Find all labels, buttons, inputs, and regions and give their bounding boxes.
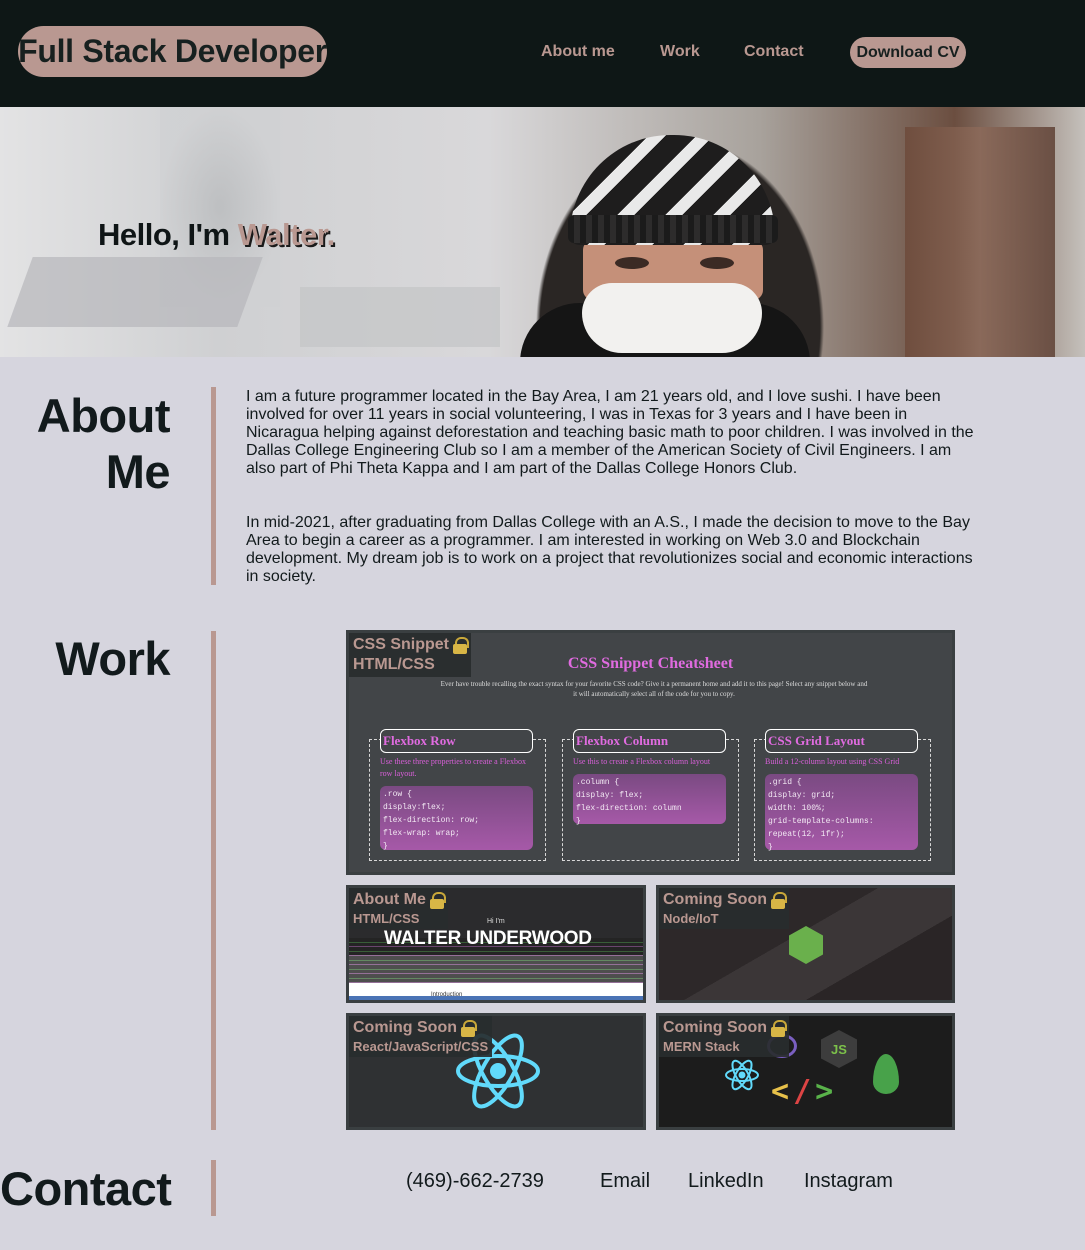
project-label: CSS Snippet HTML/CSS (349, 633, 472, 677)
snippet-desc: Build a 12-column layout using CSS Grid (765, 757, 900, 766)
about-text: I am a future programmer located in the … (246, 388, 976, 622)
about-title-line: Me (105, 445, 171, 498)
lock-icon (429, 891, 446, 909)
contact-title: Contact (0, 1162, 172, 1215)
project-title: Coming Soon (663, 891, 767, 908)
hero-beanie-band (568, 215, 778, 243)
contact-divider (211, 1160, 216, 1216)
project-title: Coming Soon (353, 1019, 457, 1036)
about-title: About Me (36, 388, 171, 500)
about-paragraph: In mid-2021, after graduating from Dalla… (246, 514, 973, 585)
hero-greeting-text: Hello, I'm (98, 217, 238, 252)
preview-description: Ever have trouble recalling the exact sy… (440, 680, 868, 698)
snippet-desc: Use this to create a Flexbox column layo… (573, 757, 711, 766)
contact-phone-link[interactable]: (469)-662-2739 (406, 1170, 544, 1193)
lock-icon (770, 1019, 787, 1037)
project-title-row: Coming Soon (663, 1019, 787, 1037)
hero-eye (615, 257, 649, 269)
lock-icon (770, 891, 787, 909)
project-label: About Me HTML/CSS (349, 888, 448, 929)
brand-logo[interactable]: Full Stack Developer (18, 26, 327, 77)
hero-roof-decoration (7, 257, 263, 327)
about-divider (211, 387, 216, 585)
preview-hi: Hi I'm (487, 918, 505, 925)
lock-icon (460, 1019, 477, 1037)
project-title-row: Coming Soon (663, 891, 787, 909)
project-title-row: About Me (353, 891, 446, 909)
react-icon (725, 1059, 759, 1091)
work-divider (211, 631, 216, 1130)
code-brackets-icon: </> (771, 1074, 837, 1109)
snippet-box: Flexbox Column Use this to create a Flex… (562, 729, 739, 861)
project-title: About Me (353, 891, 426, 908)
project-stack: HTML/CSS (353, 911, 420, 926)
bracket-slash: / (793, 1074, 816, 1109)
snippet-code: .row { display:flex; flex-direction: row… (380, 786, 533, 851)
lock-icon (453, 636, 470, 654)
project-title-row: Coming Soon (353, 1019, 488, 1037)
hero-eye (700, 257, 734, 269)
snippet-desc: Use these three properties to create a F… (380, 757, 526, 778)
bracket-open: < (771, 1074, 794, 1109)
project-label: Coming Soon React/JavaScript/CSS (349, 1016, 493, 1057)
hero-greeting: Hello, I'm Walter. (98, 217, 335, 253)
preview-name: WALTER UNDERWOOD (384, 928, 592, 949)
project-stack: Node/IoT (663, 911, 719, 926)
nav-link-work[interactable]: Work (660, 43, 700, 61)
snippet-name: CSS Grid Layout (765, 729, 918, 753)
nodejs-icon: JS (821, 1030, 857, 1068)
contact-instagram-link[interactable]: Instagram (804, 1170, 893, 1193)
nav-link-contact[interactable]: Contact (744, 43, 804, 61)
snippet-name: Flexbox Column (573, 729, 726, 753)
project-label: Coming Soon Node/IoT (659, 888, 789, 929)
preview-bar (349, 996, 643, 1000)
mongodb-leaf-icon (873, 1054, 899, 1094)
project-label: Coming Soon MERN Stack (659, 1016, 789, 1057)
about-paragraph: I am a future programmer located in the … (246, 388, 974, 477)
contact-email-link[interactable]: Email (600, 1170, 650, 1193)
download-cv-button[interactable]: Download CV (850, 37, 966, 68)
hero-wall-decoration (905, 127, 1055, 357)
contact-linkedin-link[interactable]: LinkedIn (688, 1170, 764, 1193)
project-card-about-me[interactable]: Hi I'm WALTER UNDERWOOD Introduction Abo… (346, 885, 646, 1003)
nodejs-icon (789, 926, 823, 964)
project-title: CSS Snippet (353, 636, 450, 653)
project-stack: HTML/CSS (353, 656, 435, 673)
project-card-css-snippet[interactable]: CSS Snippet Cheatsheet Ever have trouble… (346, 630, 955, 875)
snippet-box: CSS Grid Layout Build a 12-column layout… (754, 729, 931, 861)
snippet-name: Flexbox Row (380, 729, 533, 753)
hero-name: Walter. (237, 217, 336, 252)
work-title: Work (55, 632, 170, 685)
bracket-close: > (815, 1074, 838, 1109)
about-title-line: About (36, 389, 171, 442)
project-stack: React/JavaScript/CSS (353, 1039, 489, 1054)
hero-banner: Hello, I'm Walter. (0, 107, 1085, 357)
hero-roof-decoration (300, 287, 500, 347)
project-stack: MERN Stack (663, 1039, 740, 1054)
nav-link-about[interactable]: About me (541, 43, 615, 61)
project-card-mern[interactable]: JS </> Coming Soon MERN Stack (656, 1013, 955, 1130)
project-title-row: CSS Snippet (353, 636, 470, 654)
snippet-box: Flexbox Row Use these three properties t… (369, 729, 546, 861)
top-nav: Full Stack Developer About me Work Conta… (0, 0, 1085, 107)
snippet-code: .grid { display: grid; width: 100%; grid… (765, 774, 918, 852)
project-card-node-iot[interactable]: Coming Soon Node/IoT (656, 885, 955, 1003)
hero-mask (582, 283, 762, 353)
project-card-react[interactable]: Coming Soon React/JavaScript/CSS (346, 1013, 646, 1130)
project-title: Coming Soon (663, 1019, 767, 1036)
snippet-code: .column { display: flex; flex-direction:… (573, 774, 726, 826)
